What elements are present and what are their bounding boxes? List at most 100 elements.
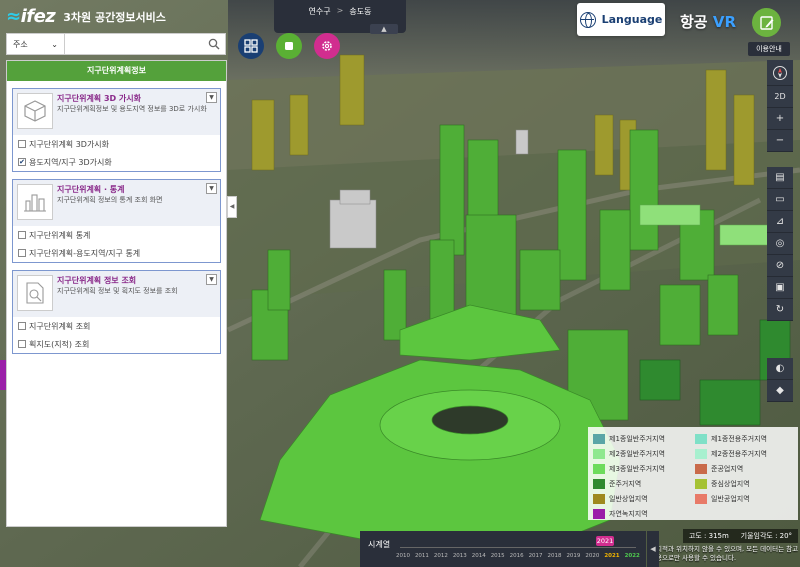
card-title: 지구단위계획 정보 조회 — [57, 276, 137, 285]
card-header: 지구단위계획 정보 조회 지구단위계획 정보 및 획지도 정보를 조회 ▼ — [13, 271, 220, 317]
option-zone-3d[interactable]: ✔ 용도지역/지구 3D가시화 — [13, 153, 220, 171]
measure-icon: ▭ — [775, 194, 785, 205]
timeline-year[interactable]: 2013 — [453, 553, 467, 559]
shadow-button[interactable]: ◆ — [767, 380, 793, 402]
option-parcel-lookup[interactable]: 획지도(지적) 조회 — [13, 335, 220, 353]
card-description: 지구단위계획 정보 및 획지도 정보를 조회 — [57, 287, 178, 295]
checkbox-checked[interactable]: ✔ — [18, 158, 26, 166]
search-input[interactable] — [65, 34, 203, 54]
save-button[interactable]: ▣ — [767, 277, 793, 299]
right-toolbar-nav: 2D + − — [767, 60, 793, 152]
card-header: 지구단위계획 · 통계 지구단위계획 정보의 통계 조회 화면 ▼ — [13, 180, 220, 226]
aerial-vr-link[interactable]: 항공 VR — [680, 11, 736, 32]
legend-item: 일반공업지역 — [695, 491, 793, 506]
capture-button[interactable]: ◎ — [767, 233, 793, 255]
compass-button[interactable] — [767, 60, 793, 86]
legend-item: 제1종전용주거지역 — [695, 431, 793, 446]
legend-swatch — [593, 448, 605, 459]
card-statistics: 지구단위계획 · 통계 지구단위계획 정보의 통계 조회 화면 ▼ 지구단위계획… — [12, 179, 221, 263]
stop-square-icon — [285, 42, 293, 50]
legend-label: 제1종전용주거지역 — [711, 434, 767, 443]
timeline-year[interactable]: 2018 — [548, 553, 562, 559]
card-title: 지구단위계획 · 통계 — [57, 185, 125, 194]
timeline-year[interactable]: 2020 — [585, 553, 599, 559]
timeline-handle[interactable]: 2021 — [596, 536, 614, 546]
card-header: 지구단위계획 3D 가시화 지구단위계획정보 및 용도지역 정보를 3D로 가시… — [13, 89, 220, 135]
location-dong[interactable]: 송도동 — [349, 6, 371, 17]
legend-label: 제3종일반주거지역 — [609, 464, 665, 473]
search-icon — [208, 38, 220, 50]
legend-label: 자연녹지지역 — [609, 509, 648, 518]
link-button[interactable]: ⊘ — [767, 255, 793, 277]
zoom-out-button[interactable]: − — [767, 130, 793, 152]
legend-swatch — [593, 493, 605, 504]
zoom-in-button[interactable]: + — [767, 108, 793, 130]
card-collapse-button[interactable]: ▼ — [206, 183, 217, 194]
cube-icon — [17, 93, 53, 129]
card-collapse-button[interactable]: ▼ — [206, 274, 217, 285]
language-button[interactable]: Language — [577, 3, 665, 36]
search-button[interactable] — [203, 34, 225, 54]
settings-button[interactable] — [314, 33, 340, 59]
refresh-button[interactable]: ↻ — [767, 299, 793, 321]
timeline-year[interactable]: 2022 — [625, 553, 640, 559]
card-collapse-button[interactable]: ▼ — [206, 92, 217, 103]
option-plan-lookup[interactable]: 지구단위계획 조회 — [13, 317, 220, 335]
location-district[interactable]: 연수구 — [309, 6, 331, 17]
measure-button[interactable]: ▭ — [767, 189, 793, 211]
site-logo[interactable]: ≈ifez 3차원 공간정보서비스 — [6, 6, 166, 27]
view-2d-button[interactable]: 2D — [767, 86, 793, 108]
grid-icon — [244, 39, 258, 53]
card-text: 지구단위계획 · 통계 지구단위계획 정보의 통계 조회 화면 — [57, 184, 163, 222]
option-label: 용도지역/지구 3D가시화 — [29, 157, 112, 167]
legend-swatch — [695, 463, 707, 474]
legend-label: 중심상업지역 — [711, 479, 750, 488]
time-series-slider[interactable]: 시계열 2021 2010 2011 2012 2013 2014 2015 2016 201… — [360, 531, 646, 567]
timeline-year[interactable]: 2021 — [604, 553, 619, 559]
timeline-year[interactable]: 2014 — [472, 553, 486, 559]
search-type-select[interactable]: 주소 ⌄ — [7, 34, 65, 54]
timeline-year[interactable]: 2017 — [529, 553, 543, 559]
right-toolbar-tools: ▤ ▭ ⊿ ◎ ⊘ ▣ ↻ — [767, 167, 793, 321]
option-zone-stats[interactable]: 지구단위계획-용도지역/지구 통계 — [13, 244, 220, 262]
camera-status: 고도 : 315m 기울임각도 : 20° — [683, 529, 798, 543]
legend-item: 일반상업지역 — [593, 491, 691, 506]
grid-menu-button[interactable] — [238, 33, 264, 59]
timeline-year[interactable]: 2012 — [434, 553, 448, 559]
right-toolbar-display: ◐ ◆ — [767, 358, 793, 402]
location-toggle-button[interactable]: ▲ — [370, 24, 398, 34]
timeline-year[interactable]: 2016 — [510, 553, 524, 559]
panel-collapse-button[interactable]: ◀ — [227, 196, 237, 218]
guide-button[interactable] — [752, 8, 781, 37]
option-plan-stats[interactable]: 지구단위계획 통계 — [13, 226, 220, 244]
service-title: 3차원 공간정보서비스 — [63, 10, 166, 24]
record-button[interactable] — [276, 33, 302, 59]
timeline-year[interactable]: 2015 — [491, 553, 505, 559]
checkbox[interactable] — [18, 322, 26, 330]
timeline-year[interactable]: 2010 — [396, 553, 410, 559]
shadow-icon: ◆ — [776, 385, 784, 396]
layers-button[interactable]: ▤ — [767, 167, 793, 189]
search-bar: 주소 ⌄ — [6, 33, 226, 55]
card-description: 지구단위계획정보 및 용도지역 정보를 3D로 가시화 — [57, 105, 207, 113]
checkbox[interactable] — [18, 340, 26, 348]
timeline-collapse-button[interactable]: ◀ — [647, 531, 659, 567]
logo-mark: ≈ifez — [6, 6, 56, 27]
chart-button[interactable]: ⊿ — [767, 211, 793, 233]
card-text: 지구단위계획 3D 가시화 지구단위계획정보 및 용도지역 정보를 3D로 가시… — [57, 93, 207, 131]
checkbox[interactable] — [18, 140, 26, 148]
chevron-down-icon: ⌄ — [51, 39, 58, 49]
search-type-value: 주소 — [13, 39, 28, 49]
timeline-year[interactable]: 2011 — [415, 553, 429, 559]
language-label: Language — [601, 13, 663, 26]
option-plan-3d[interactable]: 지구단위계획 3D가시화 — [13, 135, 220, 153]
timeline-year[interactable]: 2019 — [566, 553, 580, 559]
timeline-track[interactable] — [400, 547, 636, 548]
checkbox[interactable] — [18, 249, 26, 257]
contrast-button[interactable]: ◐ — [767, 358, 793, 380]
vr-prefix: 항공 — [680, 13, 708, 31]
checkbox[interactable] — [18, 231, 26, 239]
save-icon: ▣ — [775, 282, 785, 293]
capture-icon: ◎ — [775, 238, 785, 249]
card-text: 지구단위계획 정보 조회 지구단위계획 정보 및 획지도 정보를 조회 — [57, 275, 178, 313]
